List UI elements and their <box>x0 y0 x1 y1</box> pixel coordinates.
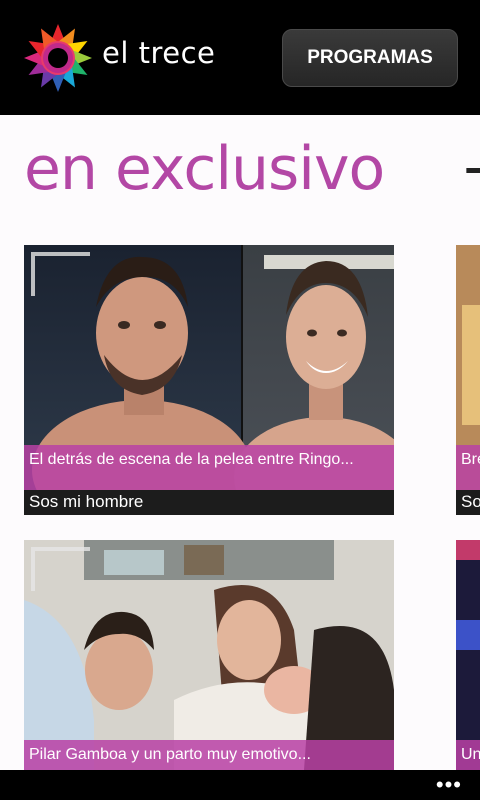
video-caption: Pilar Gamboa y un parto muy emotivo... <box>29 746 311 763</box>
top-bar: el trece PROGRAMAS <box>0 0 480 115</box>
video-tile-peek[interactable]: Bre So <box>456 245 480 515</box>
video-tile[interactable]: El detrás de escena de la pelea entre Ri… <box>24 245 394 515</box>
caption-bar: Bre <box>456 445 480 490</box>
next-section-title-peek[interactable]: + <box>460 133 480 205</box>
video-thumbnail <box>456 540 480 770</box>
brand-name: el trece <box>102 36 216 70</box>
program-bar: Sos mi hombre <box>24 490 394 515</box>
video-tile[interactable]: Pilar Gamboa y un parto muy emotivo... <box>24 540 394 770</box>
caption-bar: Pilar Gamboa y un parto muy emotivo... <box>24 740 394 770</box>
video-caption: El detrás de escena de la pelea entre Ri… <box>29 451 354 468</box>
el-trece-logo <box>24 24 92 92</box>
programas-button[interactable]: PROGRAMAS <box>282 29 458 87</box>
more-icon[interactable]: ••• <box>436 774 462 796</box>
video-tile-peek[interactable]: Un <box>456 540 480 770</box>
video-caption: Un <box>461 746 480 763</box>
caption-bar: El detrás de escena de la pelea entre Ri… <box>24 445 394 490</box>
program-bar: So <box>456 490 480 515</box>
content-panorama[interactable]: en exclusivo + <box>0 115 480 770</box>
video-caption: Bre <box>461 451 480 468</box>
frame-corner-decoration <box>31 252 90 296</box>
frame-corner-decoration <box>31 547 90 591</box>
caption-bar: Un <box>456 740 480 770</box>
app-bar: ••• <box>0 770 480 800</box>
section-title: en exclusivo <box>24 134 385 204</box>
program-name: Sos mi hombre <box>29 492 144 511</box>
program-name: So <box>461 492 480 511</box>
